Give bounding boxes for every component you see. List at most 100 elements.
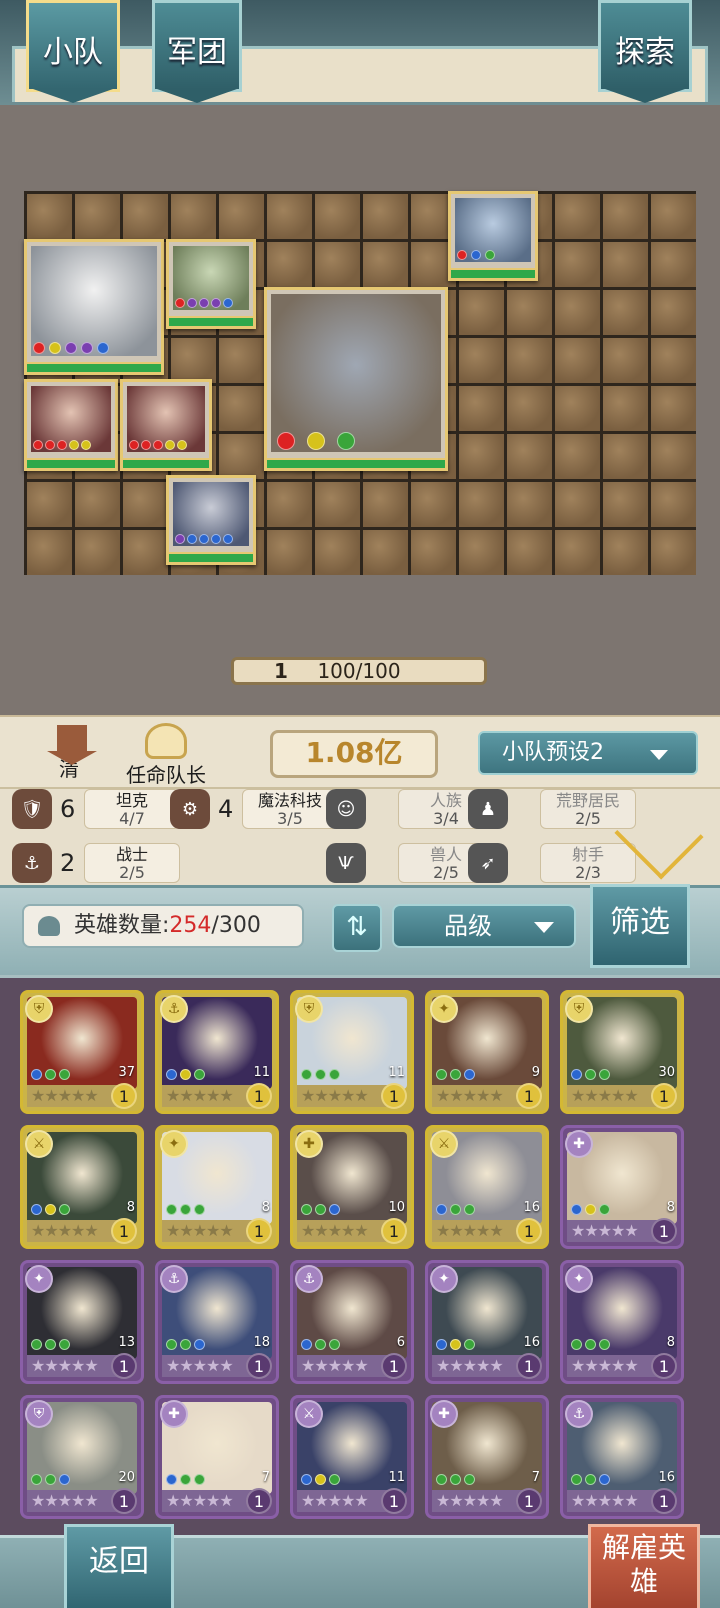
hero-power: 11 xyxy=(388,1065,405,1080)
unit-knight-hp-bar xyxy=(169,552,253,562)
unit-frog-hp-bar xyxy=(451,268,535,278)
hero-card[interactable]: ⚓ 6 ★★★★★ 1 xyxy=(290,1260,414,1384)
synergy-box: 魔法科技 3/5 xyxy=(242,789,338,829)
warrior-anchor-icon: ⚓ xyxy=(12,843,52,883)
battle-grid[interactable] xyxy=(24,191,696,575)
hero-card[interactable]: ✚ 7 ★★★★★ 1 xyxy=(155,1395,279,1519)
synergy-wildling[interactable]: ♟ 荒野居民 2/5 xyxy=(468,789,636,831)
archer-icon: ➶ xyxy=(468,843,508,883)
hero-card[interactable]: ⛨ 37 ★★★★★ 1 xyxy=(20,990,144,1114)
hero-card[interactable]: ⚓ 16 ★★★★★ 1 xyxy=(560,1395,684,1519)
hero-count-label: 英雄数量: xyxy=(74,913,170,938)
star-rating: ★★★★★ xyxy=(567,1490,659,1512)
tab-squad[interactable]: 小队 xyxy=(26,0,120,103)
appoint-captain-button[interactable]: 任命队长 xyxy=(118,723,214,787)
tank-shield-icon: 🛡 xyxy=(12,789,52,829)
hero-card[interactable]: ✚ 7 ★★★★★ 1 xyxy=(425,1395,549,1519)
unit-lizard[interactable] xyxy=(166,239,256,329)
squad-level: 1 xyxy=(274,659,288,683)
hero-card[interactable]: ✦ 9 ★★★★★ 1 xyxy=(425,990,549,1114)
clear-arrow-icon xyxy=(47,725,97,765)
hero-grid: ⛨ 37 ★★★★★ 1 ⚓ 11 ★★★★★ 1 ⛨ 11 ★★★★★ 1 ✦ 9 ★★★★★ 1 ⛨ 30 ★★… xyxy=(0,975,720,1535)
hero-count-max: /300 xyxy=(211,913,261,938)
hero-power: 18 xyxy=(253,1335,270,1350)
unit-yeti[interactable] xyxy=(24,239,164,375)
synergy-count: 2 xyxy=(60,849,76,877)
star-rating: ★★★★★ xyxy=(567,1220,659,1242)
synergy-box: 射手 2/3 xyxy=(540,843,636,883)
unit-golem[interactable] xyxy=(264,287,448,471)
squad-preset-select[interactable]: 小队预设2 xyxy=(478,731,698,775)
team-power: 1.08亿 xyxy=(270,730,438,778)
hero-element-dots xyxy=(301,1474,340,1485)
hero-card[interactable]: ⛨ 30 ★★★★★ 1 xyxy=(560,990,684,1114)
unit-yeti-art xyxy=(31,246,157,356)
synergy-archer[interactable]: ➶ 射手 2/3 xyxy=(468,841,636,885)
grade-sort-select[interactable]: 品级 xyxy=(392,904,576,948)
hero-power: 20 xyxy=(118,1470,135,1485)
star-rating: ★★★★★ xyxy=(297,1085,389,1107)
synergy-count: 4 xyxy=(218,795,234,823)
hero-card[interactable]: ⛨ 20 ★★★★★ 1 xyxy=(20,1395,144,1519)
hero-element-dots xyxy=(166,1069,205,1080)
hero-level: 1 xyxy=(111,1353,137,1379)
hero-element-dots xyxy=(31,1339,70,1350)
hero-card[interactable]: ✦ 16 ★★★★★ 1 xyxy=(425,1260,549,1384)
hero-level: 1 xyxy=(651,1353,677,1379)
shield-icon: ⛨ xyxy=(295,995,323,1023)
tab-squad-label: 小队 xyxy=(43,35,103,70)
hero-count: 英雄数量:254/300 xyxy=(22,904,304,948)
hero-power: 16 xyxy=(523,1335,540,1350)
magic-icon: ✦ xyxy=(160,1130,188,1158)
unit-knight-dots xyxy=(175,534,233,544)
hero-card[interactable]: ✚ 10 ★★★★★ 1 xyxy=(290,1125,414,1249)
hero-card[interactable]: ⚓ 18 ★★★★★ 1 xyxy=(155,1260,279,1384)
anchor-icon: ⚓ xyxy=(160,1265,188,1293)
hero-card[interactable]: ✚ 8 ★★★★★ 1 xyxy=(560,1125,684,1249)
clear-button[interactable]: 清空 xyxy=(36,725,108,810)
unit-knight[interactable] xyxy=(166,475,256,565)
hero-element-dots xyxy=(436,1339,475,1350)
hero-element-dots xyxy=(31,1474,70,1485)
swords-icon: ⚔ xyxy=(430,1130,458,1158)
tab-explore[interactable]: 探索 xyxy=(598,0,692,103)
hero-card[interactable]: ✦ 8 ★★★★★ 1 xyxy=(155,1125,279,1249)
hero-power: 10 xyxy=(388,1200,405,1215)
back-button[interactable]: 返回 xyxy=(64,1524,174,1608)
hero-level: 1 xyxy=(246,1083,272,1109)
chevron-down-icon xyxy=(650,750,668,760)
hero-card[interactable]: ⚔ 8 ★★★★★ 1 xyxy=(20,1125,144,1249)
hero-list-header: 英雄数量:254/300 ⇅ 品级 筛选 xyxy=(0,884,720,975)
synergy-warrior[interactable]: ⚓ 2 战士 2/5 xyxy=(12,841,180,885)
unit-archer-1[interactable] xyxy=(24,379,118,471)
hero-card[interactable]: ✦ 13 ★★★★★ 1 xyxy=(20,1260,144,1384)
hero-card[interactable]: ⚓ 11 ★★★★★ 1 xyxy=(155,990,279,1114)
synergy-tank[interactable]: 🛡 6 坦克 4/7 xyxy=(12,789,180,831)
hero-level: 1 xyxy=(516,1488,542,1514)
synergy-box: 战士 2/5 xyxy=(84,843,180,883)
star-rating: ★★★★★ xyxy=(162,1490,254,1512)
star-rating: ★★★★★ xyxy=(432,1220,524,1242)
squad-preset-label: 小队预设2 xyxy=(502,740,604,765)
magic-icon: ✦ xyxy=(565,1265,593,1293)
hero-card[interactable]: ✦ 8 ★★★★★ 1 xyxy=(560,1260,684,1384)
hero-card[interactable]: ⛨ 11 ★★★★★ 1 xyxy=(290,990,414,1114)
unit-frog-dots xyxy=(457,250,495,260)
hero-level: 1 xyxy=(111,1218,137,1244)
hero-power: 11 xyxy=(253,1065,270,1080)
star-rating: ★★★★★ xyxy=(27,1355,119,1377)
info-strip: 清空 任命队长 1.08亿 小队预设2 xyxy=(0,715,720,810)
hero-card[interactable]: ⚔ 16 ★★★★★ 1 xyxy=(425,1125,549,1249)
unit-frog[interactable] xyxy=(448,191,538,281)
sort-order-button[interactable]: ⇅ xyxy=(332,904,382,952)
tab-legion[interactable]: 军团 xyxy=(152,0,242,103)
synergy-magitech[interactable]: ⚙ 4 魔法科技 3/5 xyxy=(170,789,338,831)
magic-icon: ✦ xyxy=(430,1265,458,1293)
hero-element-dots xyxy=(31,1069,70,1080)
dismiss-hero-button[interactable]: 解雇英雄 xyxy=(588,1524,700,1608)
hero-power: 7 xyxy=(531,1470,540,1485)
unit-archer-2[interactable] xyxy=(120,379,212,471)
filter-button[interactable]: 筛选 xyxy=(590,884,690,968)
hero-card[interactable]: ⚔ 11 ★★★★★ 1 xyxy=(290,1395,414,1519)
hero-power: 7 xyxy=(261,1470,270,1485)
